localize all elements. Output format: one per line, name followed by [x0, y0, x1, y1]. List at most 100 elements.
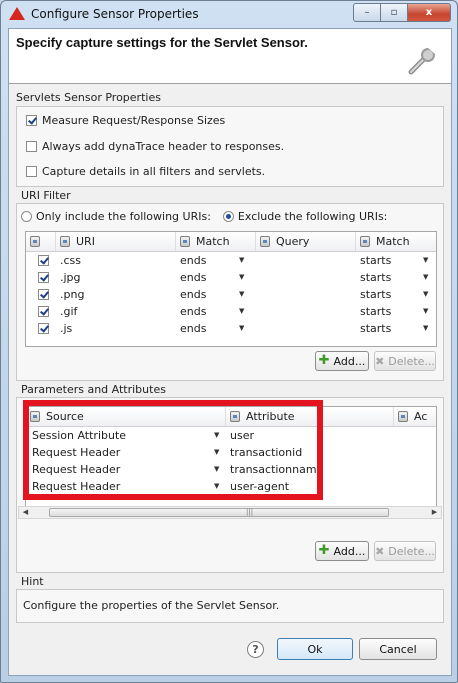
- uri-cell[interactable]: .js: [56, 320, 174, 337]
- chevron-down-icon[interactable]: ▼: [214, 427, 219, 444]
- attribute-cell[interactable]: user-agent: [226, 478, 392, 495]
- match-cell[interactable]: ends: [176, 269, 236, 286]
- chevron-down-icon[interactable]: ▼: [214, 461, 219, 478]
- match-cell[interactable]: ends: [176, 303, 236, 320]
- params-col-attribute-label: Attribute: [246, 410, 295, 423]
- measure-sizes-checkbox[interactable]: [26, 115, 37, 126]
- scroll-left-icon[interactable]: ◀: [19, 507, 32, 518]
- source-cell[interactable]: Request Header: [28, 461, 208, 478]
- query-cell[interactable]: [256, 320, 354, 337]
- chevron-down-icon[interactable]: ▼: [239, 286, 244, 303]
- table-row[interactable]: Request Header ▼ transactionid: [26, 444, 436, 461]
- dialog-window: Configure Sensor Properties – ▫ x Specif…: [0, 0, 458, 683]
- chevron-down-icon[interactable]: ▼: [214, 444, 219, 461]
- ok-button[interactable]: Ok: [277, 638, 353, 660]
- chevron-down-icon[interactable]: ▼: [423, 269, 428, 286]
- query-cell[interactable]: [256, 303, 354, 320]
- params-col-attribute[interactable]: Attribute: [226, 407, 394, 426]
- scrollbar-thumb[interactable]: |||: [49, 508, 389, 517]
- params-delete-button[interactable]: ✖ Delete...: [374, 541, 436, 561]
- chevron-down-icon[interactable]: ▼: [239, 320, 244, 337]
- row-enable-checkbox[interactable]: [38, 306, 49, 317]
- include-uris-radio[interactable]: [21, 211, 32, 222]
- table-row[interactable]: Request Header ▼ transactionname: [26, 461, 436, 478]
- minimize-button[interactable]: –: [353, 3, 381, 22]
- params-table[interactable]: Source Attribute Ac Session Attribute ▼ us…: [25, 406, 437, 510]
- uri-col-query-match[interactable]: Match: [356, 232, 436, 251]
- dynatrace-header-option[interactable]: Always add dynaTrace header to responses…: [26, 140, 284, 153]
- source-cell[interactable]: Request Header: [28, 478, 208, 495]
- attribute-cell[interactable]: transactionname: [226, 461, 392, 478]
- exclude-uris-radio[interactable]: [222, 211, 234, 222]
- uri-add-button[interactable]: ✚ Add...: [315, 351, 369, 371]
- table-row[interactable]: .png ends ▼ starts ▼: [26, 286, 436, 303]
- close-button[interactable]: x: [408, 3, 451, 22]
- chevron-down-icon[interactable]: ▼: [239, 252, 244, 269]
- dynatrace-header-checkbox[interactable]: [26, 141, 37, 152]
- table-row[interactable]: Session Attribute ▼ user: [26, 427, 436, 444]
- table-row[interactable]: .css ends ▼ starts ▼: [26, 252, 436, 269]
- match-cell[interactable]: ends: [176, 320, 236, 337]
- row-enable-cell[interactable]: [34, 286, 54, 303]
- row-enable-cell[interactable]: [34, 252, 54, 269]
- params-col-action[interactable]: Ac: [394, 407, 436, 426]
- uri-col-enable[interactable]: [26, 232, 56, 251]
- capture-details-option[interactable]: Capture details in all filters and servl…: [26, 165, 265, 178]
- table-row[interactable]: Request Header ▼ user-agent: [26, 478, 436, 495]
- table-row[interactable]: .gif ends ▼ starts ▼: [26, 303, 436, 320]
- uri-col-match[interactable]: Match: [176, 232, 256, 251]
- dialog-header: Specify capture settings for the Servlet…: [9, 29, 451, 84]
- row-enable-cell[interactable]: [34, 303, 54, 320]
- row-enable-checkbox[interactable]: [38, 323, 49, 334]
- query-cell[interactable]: [256, 269, 354, 286]
- match-cell[interactable]: ends: [176, 286, 236, 303]
- row-enable-checkbox[interactable]: [38, 289, 49, 300]
- row-enable-cell[interactable]: [34, 320, 54, 337]
- cancel-label: Cancel: [379, 642, 417, 656]
- uri-col-query[interactable]: Query: [256, 232, 356, 251]
- params-add-button[interactable]: ✚ Add...: [315, 541, 369, 561]
- query-match-cell[interactable]: starts: [356, 320, 416, 337]
- uri-cell[interactable]: .css: [56, 252, 174, 269]
- row-enable-checkbox[interactable]: [38, 255, 49, 266]
- chevron-down-icon[interactable]: ▼: [423, 320, 428, 337]
- chevron-down-icon[interactable]: ▼: [239, 269, 244, 286]
- params-box: Source Attribute Ac Session Attribute ▼ us…: [16, 397, 444, 573]
- chevron-down-icon[interactable]: ▼: [423, 252, 428, 269]
- maximize-button[interactable]: ▫: [381, 3, 408, 22]
- chevron-down-icon[interactable]: ▼: [214, 478, 219, 495]
- uri-col-uri[interactable]: URI: [56, 232, 176, 251]
- uri-cell[interactable]: .gif: [56, 303, 174, 320]
- measure-sizes-option[interactable]: Measure Request/Response Sizes: [26, 114, 225, 127]
- chevron-down-icon[interactable]: ▼: [423, 286, 428, 303]
- uri-table[interactable]: URI Match Query Match .css ends ▼ starts ▼ .j…: [25, 231, 437, 347]
- query-cell[interactable]: [256, 286, 354, 303]
- query-match-cell[interactable]: starts: [356, 252, 416, 269]
- row-enable-cell[interactable]: [34, 269, 54, 286]
- params-horizontal-scrollbar[interactable]: ◀ ||| ▶: [18, 506, 442, 519]
- params-col-source[interactable]: Source: [26, 407, 226, 426]
- match-cell[interactable]: ends: [176, 252, 236, 269]
- query-match-cell[interactable]: starts: [356, 269, 416, 286]
- title-bar[interactable]: Configure Sensor Properties – ▫ x: [1, 1, 457, 27]
- table-row[interactable]: .js ends ▼ starts ▼: [26, 320, 436, 337]
- source-cell[interactable]: Session Attribute: [28, 427, 208, 444]
- scroll-right-icon[interactable]: ▶: [428, 507, 441, 518]
- wrench-icon: [408, 48, 435, 75]
- chevron-down-icon[interactable]: ▼: [239, 303, 244, 320]
- source-cell[interactable]: Request Header: [28, 444, 208, 461]
- attribute-cell[interactable]: user: [226, 427, 392, 444]
- row-enable-checkbox[interactable]: [38, 272, 49, 283]
- query-cell[interactable]: [256, 252, 354, 269]
- uri-cell[interactable]: .jpg: [56, 269, 174, 286]
- uri-delete-button[interactable]: ✖ Delete...: [374, 351, 436, 371]
- uri-cell[interactable]: .png: [56, 286, 174, 303]
- help-icon[interactable]: ?: [247, 641, 264, 658]
- attribute-cell[interactable]: transactionid: [226, 444, 392, 461]
- query-match-cell[interactable]: starts: [356, 286, 416, 303]
- query-match-cell[interactable]: starts: [356, 303, 416, 320]
- capture-details-checkbox[interactable]: [26, 166, 37, 177]
- chevron-down-icon[interactable]: ▼: [423, 303, 428, 320]
- table-row[interactable]: .jpg ends ▼ starts ▼: [26, 269, 436, 286]
- cancel-button[interactable]: Cancel: [359, 638, 437, 660]
